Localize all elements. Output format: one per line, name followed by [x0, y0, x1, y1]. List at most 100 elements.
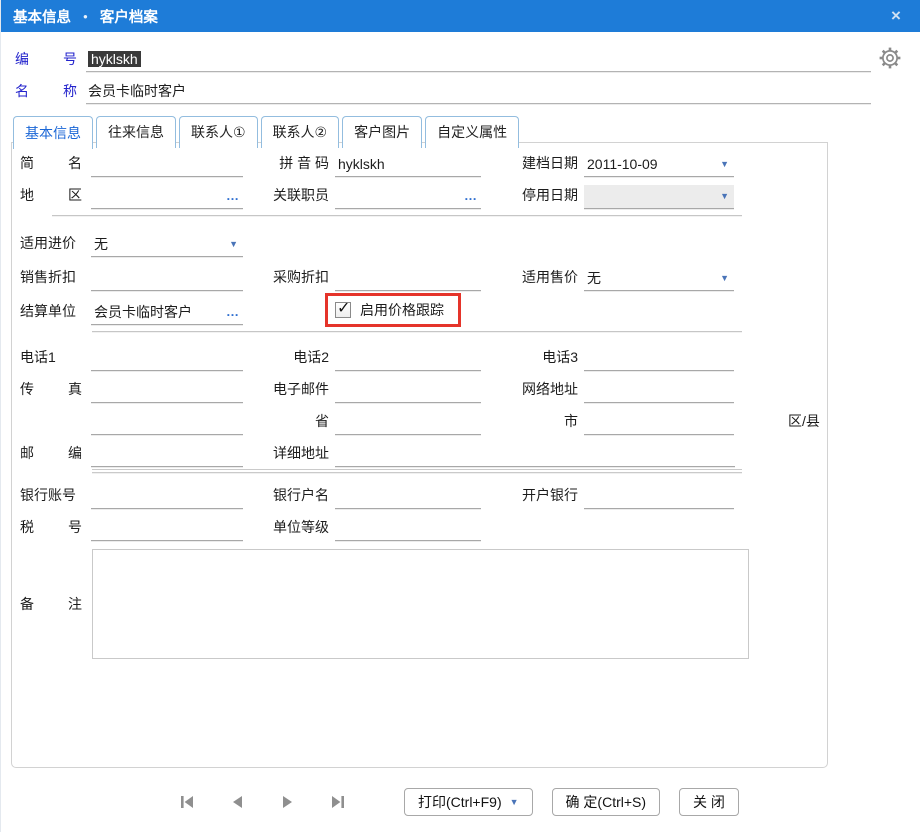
tab-customer-images[interactable]: 客户图片 [342, 116, 423, 148]
name-input[interactable]: 会员卡临时客户 [86, 80, 871, 104]
action-buttons: 打印(Ctrl+F9) ▼ 确 定(Ctrl+S) 关 闭 [404, 788, 739, 816]
page-title: 客户档案 [99, 9, 158, 26]
address-label: 详细地址 [273, 445, 329, 461]
tax-no-input[interactable] [91, 517, 243, 541]
region-extra-input[interactable] [91, 411, 243, 435]
section-divider [92, 331, 742, 333]
ok-button[interactable]: 确 定(Ctrl+S) [551, 788, 661, 816]
record-nav-group [177, 793, 348, 811]
bank-holder-input[interactable] [335, 485, 481, 509]
tax-no-label: 税号 [20, 519, 82, 535]
bank-name-label: 开户银行 [522, 487, 578, 503]
unit-level-input[interactable] [335, 517, 481, 541]
short-name-label: 简名 [20, 155, 82, 171]
chevron-down-icon: ▼ [229, 238, 238, 249]
staff-picker-ellipsis-icon[interactable]: … [464, 188, 478, 203]
create-date-select[interactable]: 2011-10-09 ▼ [584, 153, 734, 177]
basic-info-tab-panel: 简名 拼 音 码 hyklskh 建档日期 2011-10-09 ▼ 地区 … … [11, 142, 828, 768]
chevron-down-icon: ▼ [720, 190, 729, 201]
unit-level-label: 单位等级 [273, 519, 329, 535]
city-label: 市 [564, 413, 578, 429]
chevron-down-icon: ▼ [720, 158, 729, 169]
city-input[interactable] [584, 411, 734, 435]
region-label: 地区 [20, 187, 82, 203]
section-divider [52, 215, 742, 217]
titlebar: 基本信息 ● 客户档案 × [1, 0, 920, 32]
bank-holder-label: 银行户名 [273, 487, 329, 503]
remark-textarea[interactable] [92, 549, 749, 659]
double-divider [92, 469, 742, 473]
price-tracking-checkbox[interactable]: ✓ [335, 300, 351, 318]
close-button[interactable]: 关 闭 [679, 788, 739, 816]
disable-date-select[interactable]: ▼ [584, 185, 734, 209]
checkmark-icon: ✓ [337, 300, 351, 317]
phone2-input[interactable] [335, 347, 481, 371]
region-picker-ellipsis-icon[interactable]: … [226, 188, 240, 203]
region-input[interactable]: … [91, 185, 243, 209]
disable-date-label: 停用日期 [522, 187, 578, 203]
bank-account-label: 银行账号 [20, 487, 76, 503]
code-label: 编号 [15, 51, 77, 67]
settlement-unit-input[interactable]: 会员卡临时客户 … [91, 301, 243, 325]
linked-staff-input[interactable]: … [335, 185, 481, 209]
settlement-unit-picker-ellipsis-icon[interactable]: … [226, 304, 240, 319]
purchase-price-type-select[interactable]: 无 ▼ [91, 233, 243, 257]
name-label: 名称 [15, 83, 77, 99]
zipcode-input[interactable] [91, 443, 243, 467]
sales-discount-label: 销售折扣 [20, 269, 76, 285]
sale-price-type-select[interactable]: 无 ▼ [584, 267, 734, 291]
settings-gear-icon[interactable] [878, 46, 902, 73]
short-name-input[interactable] [91, 153, 243, 177]
purchase-discount-input[interactable] [335, 267, 481, 291]
email-label: 电子邮件 [273, 381, 329, 397]
code-value-selected: hyklskh [88, 50, 141, 67]
last-record-icon[interactable] [330, 793, 348, 811]
sale-price-type-label: 适用售价 [522, 269, 578, 285]
fax-label: 传真 [20, 381, 82, 397]
price-tracking-label: 启用价格跟踪 [360, 302, 444, 318]
pinyin-input[interactable]: hyklskh [335, 153, 481, 177]
close-icon[interactable]: × [884, 4, 908, 28]
titlebar-bullet-icon: ● [83, 11, 88, 21]
website-input[interactable] [584, 379, 734, 403]
phone1-label: 电话1 [20, 349, 56, 365]
create-date-label: 建档日期 [522, 155, 578, 171]
sales-discount-input[interactable] [91, 267, 243, 291]
tab-bar: 基本信息 往来信息 联系人① 联系人② 客户图片 自定义属性 [13, 116, 522, 149]
address-input[interactable] [335, 443, 735, 467]
next-record-icon[interactable] [279, 793, 297, 811]
tab-contact-1[interactable]: 联系人① [179, 116, 258, 148]
zipcode-label: 邮编 [20, 445, 82, 461]
footer-bar: 打印(Ctrl+F9) ▼ 确 定(Ctrl+S) 关 闭 [1, 788, 920, 816]
purchase-discount-label: 采购折扣 [273, 269, 329, 285]
customer-profile-dialog: 基本信息 ● 客户档案 × 编号 hyklskh 名称 会员卡临时客户 基本信息… [0, 0, 920, 832]
phone3-input[interactable] [584, 347, 734, 371]
phone3-label: 电话3 [542, 349, 578, 365]
print-button[interactable]: 打印(Ctrl+F9) ▼ [404, 788, 533, 816]
first-record-icon[interactable] [177, 793, 195, 811]
titlebar-module-label: 基本信息 [13, 9, 71, 26]
tab-transactions[interactable]: 往来信息 [96, 116, 176, 148]
blank-label [20, 431, 82, 435]
name-value: 会员卡临时客户 [88, 82, 186, 99]
fax-input[interactable] [91, 379, 243, 403]
province-label: 省 [315, 413, 329, 429]
bank-account-input[interactable] [91, 485, 243, 509]
pinyin-label: 拼 音 码 [279, 155, 329, 171]
tab-contact-2[interactable]: 联系人② [260, 116, 340, 148]
province-input[interactable] [335, 411, 481, 435]
header-area: 编号 hyklskh 名称 会员卡临时客户 [1, 36, 920, 104]
phone2-label: 电话2 [293, 349, 329, 365]
tab-basic-info[interactable]: 基本信息 [13, 116, 93, 149]
previous-record-icon[interactable] [228, 793, 246, 811]
phone1-input[interactable] [91, 347, 243, 371]
settlement-unit-label: 结算单位 [20, 303, 76, 319]
tab-custom-attributes[interactable]: 自定义属性 [425, 116, 520, 148]
price-tracking-highlight-box: ✓ 启用价格跟踪 [325, 293, 461, 327]
linked-staff-label: 关联职员 [273, 187, 329, 203]
chevron-down-icon: ▼ [509, 797, 519, 807]
bank-name-input[interactable] [584, 485, 734, 509]
code-input[interactable]: hyklskh [86, 48, 871, 72]
remark-label: 备注 [20, 596, 82, 612]
email-input[interactable] [335, 379, 481, 403]
